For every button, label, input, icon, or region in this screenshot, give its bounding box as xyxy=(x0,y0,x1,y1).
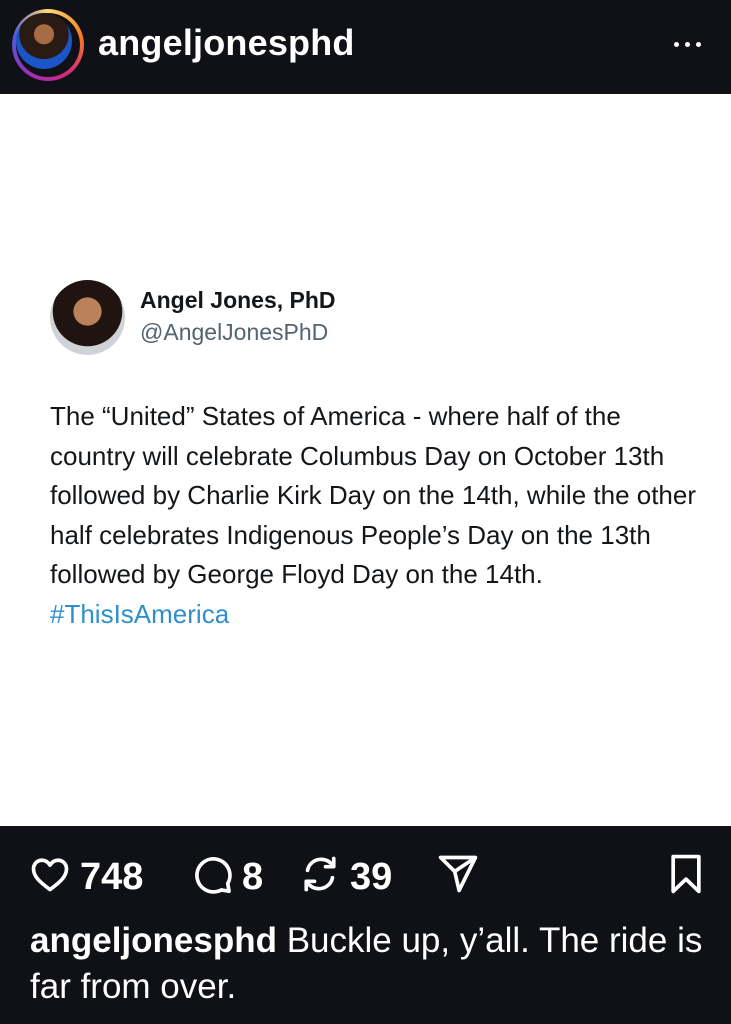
header-username[interactable]: angeljonesphd xyxy=(98,22,355,64)
avatar-photo xyxy=(16,13,72,69)
post-header: angeljonesphd xyxy=(0,0,731,94)
caption-username[interactable]: angeljonesphd xyxy=(30,921,277,960)
profile-avatar[interactable] xyxy=(12,9,84,81)
tweet-handle: @AngelJonesPhD xyxy=(140,319,329,345)
comment-button[interactable]: 8 xyxy=(190,852,280,898)
post-image: Angel Jones, PhD @AngelJonesPhD The “Uni… xyxy=(0,94,731,826)
bookmark-icon xyxy=(671,854,701,894)
share-button[interactable] xyxy=(436,852,480,896)
like-button[interactable]: 748 xyxy=(28,852,168,898)
heart-icon xyxy=(31,858,69,892)
repost-icon xyxy=(304,856,336,892)
tweet-hashtag[interactable]: #ThisIsAmerica xyxy=(50,599,229,629)
tweet-display-name: Angel Jones, PhD xyxy=(140,287,336,313)
like-count: 748 xyxy=(80,856,144,898)
comment-count: 8 xyxy=(242,856,264,898)
more-horizontal-icon[interactable] xyxy=(668,34,708,54)
tweet-avatar xyxy=(50,280,125,355)
tweet-body: The “United” States of America - where h… xyxy=(50,401,697,589)
tweet-text: The “United” States of America - where h… xyxy=(50,397,700,634)
repost-button[interactable]: 39 xyxy=(298,852,418,898)
action-bar: 748 8 39 xyxy=(0,840,731,910)
bookmark-button[interactable] xyxy=(664,852,708,896)
repost-count: 39 xyxy=(350,856,393,898)
share-icon xyxy=(438,855,478,893)
post-caption: angeljonesphd Buckle up, y’all. The ride… xyxy=(30,918,720,1010)
comment-icon xyxy=(195,857,232,894)
